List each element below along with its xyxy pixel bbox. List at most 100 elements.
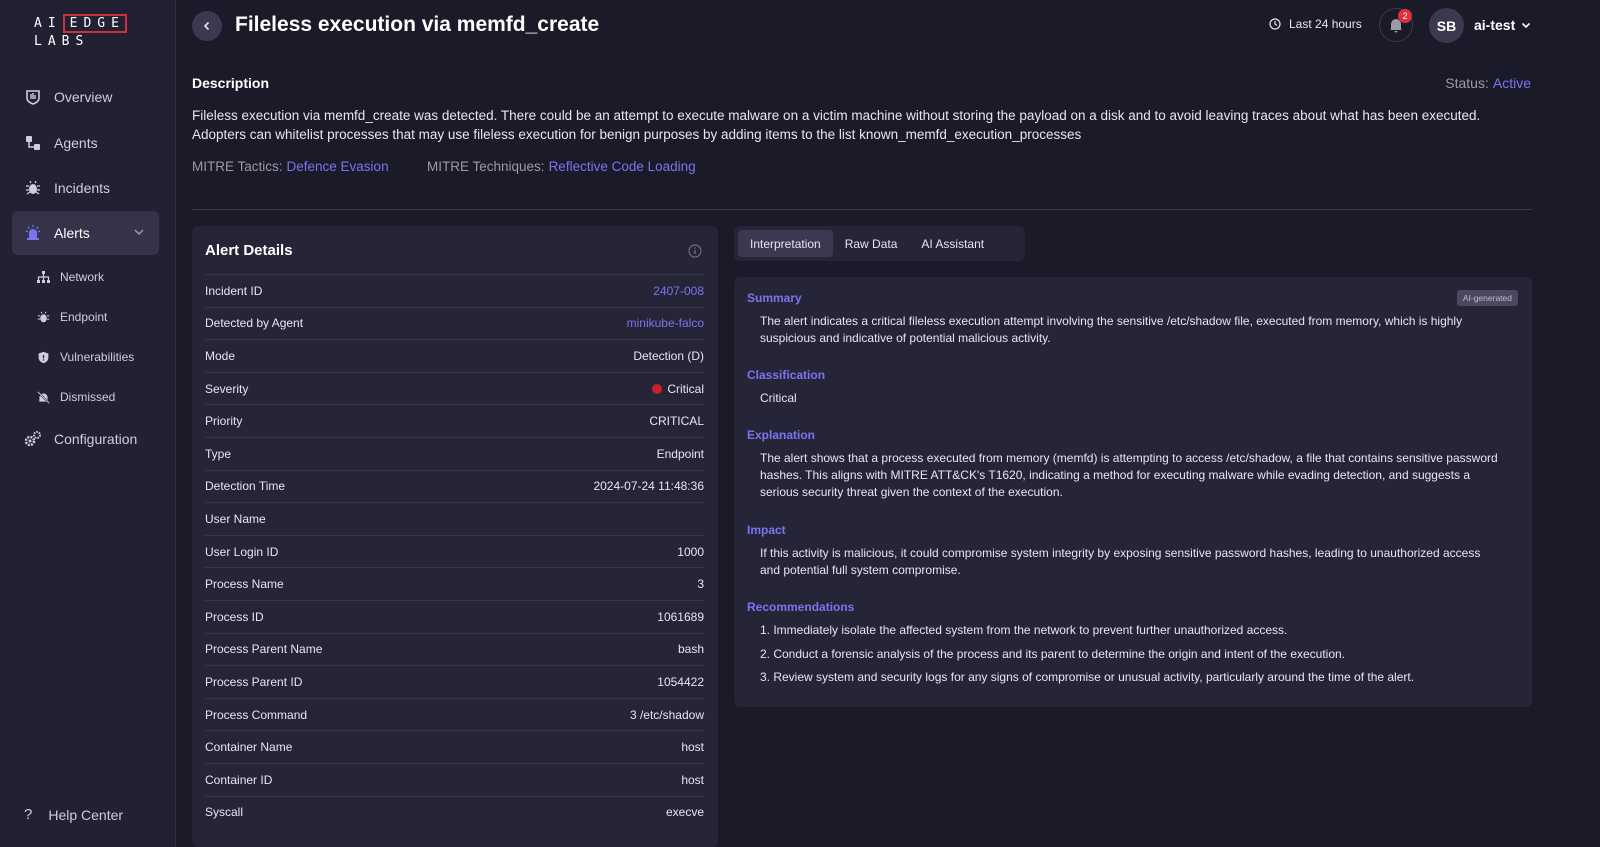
detail-key: Process Parent Name xyxy=(205,642,323,657)
detail-key: Priority xyxy=(205,414,243,429)
tab-raw-data[interactable]: Raw Data xyxy=(833,230,910,257)
recommendation-item: 1. Immediately isolate the affected syst… xyxy=(760,623,1288,637)
detail-key: Process Name xyxy=(205,577,284,592)
mitre-techniques-link[interactable]: Reflective Code Loading xyxy=(549,159,696,174)
detail-key: Container Name xyxy=(205,740,293,755)
detail-value: 3 /etc/shadow xyxy=(629,707,704,722)
logo[interactable]: AI EDGE LABS xyxy=(34,14,127,51)
sidebar: AI EDGE LABS Overview Agents Incidents Al… xyxy=(0,0,176,847)
chevron-down-icon[interactable] xyxy=(133,225,145,241)
recommendations-heading: Recommendations xyxy=(747,600,855,614)
time-range-selector[interactable]: Last 24 hours xyxy=(1269,17,1362,31)
detail-key: Incident ID xyxy=(205,283,263,298)
description-text: Fileless execution via memfd_create was … xyxy=(192,108,1481,142)
detail-row-user-name: User Name xyxy=(205,502,704,535)
incident-id-link[interactable]: 2407-008 xyxy=(653,284,704,298)
tab-interpretation[interactable]: Interpretation xyxy=(738,230,833,257)
avatar[interactable]: SB xyxy=(1429,8,1464,43)
detail-row-container-name: Container Name host xyxy=(205,730,704,763)
detail-key: Process ID xyxy=(205,609,264,624)
sidebar-item-label: Alerts xyxy=(54,225,90,241)
sidebar-item-configuration[interactable]: Configuration xyxy=(12,417,159,461)
explanation-heading: Explanation xyxy=(747,428,816,442)
sidebar-subitem-label: Dismissed xyxy=(60,390,116,404)
sidebar-subitem-vulnerabilities[interactable]: Vulnerabilities xyxy=(36,345,134,369)
tab-ai-assistant[interactable]: AI Assistant xyxy=(909,230,996,257)
status: Status: Active xyxy=(1445,75,1531,91)
user-name: ai-test xyxy=(1474,17,1516,33)
sidebar-item-label: Overview xyxy=(54,89,113,105)
info-icon[interactable] xyxy=(688,244,702,261)
summary-text: The alert indicates a critical fileless … xyxy=(760,314,1463,345)
sidebar-item-alerts[interactable]: Alerts xyxy=(12,211,159,255)
summary-heading: Summary xyxy=(747,291,802,305)
card-title: Alert Details xyxy=(205,242,293,259)
detail-key: Type xyxy=(205,446,232,461)
detail-key: Syscall xyxy=(205,805,244,820)
bug-icon xyxy=(24,179,42,197)
detail-row-process-parent-name: Process Parent Name bash xyxy=(205,632,704,666)
notification-count-badge: 2 xyxy=(1398,9,1412,23)
detail-value: 3 xyxy=(697,577,704,592)
detail-row-detection-time: Detection Time 2024-07-24 11:48:36 xyxy=(205,469,704,503)
status-label: Status: xyxy=(1445,75,1489,91)
detail-row-incident-id: Incident ID 2407-008 xyxy=(205,274,704,307)
chevron-down-icon xyxy=(1522,22,1531,29)
detail-key: Process Parent ID xyxy=(205,674,303,689)
detail-value: host xyxy=(681,740,704,755)
detail-row-priority: Priority CRITICAL xyxy=(205,404,704,437)
description-heading: Description xyxy=(192,75,270,91)
alert-details-card: Alert Details Incident ID 2407-008 Detect… xyxy=(192,226,718,847)
help-center-link[interactable]: ? Help Center xyxy=(24,806,123,823)
mitre-tactics-label: MITRE Tactics: xyxy=(192,159,283,174)
mitre-techniques-label: MITRE Techniques: xyxy=(427,159,545,174)
agent-link[interactable]: minikube-falco xyxy=(627,316,704,330)
siren-icon xyxy=(24,224,42,242)
ai-generated-badge: AI-generated xyxy=(1456,290,1518,306)
sidebar-subitem-label: Endpoint xyxy=(60,310,108,324)
user-menu[interactable]: ai-test xyxy=(1474,17,1531,33)
sidebar-item-label: Configuration xyxy=(54,431,138,447)
clock-icon xyxy=(1269,18,1281,30)
bell-off-icon xyxy=(36,390,50,404)
sidebar-item-overview[interactable]: Overview xyxy=(12,75,159,119)
classification-text: Critical xyxy=(760,391,797,405)
mitre-tactics: MITRE Tactics: Defence Evasion xyxy=(192,159,389,174)
impact-text: If this activity is malicious, it could … xyxy=(760,546,1481,577)
network-icon xyxy=(36,270,50,284)
sidebar-subitem-endpoint[interactable]: Endpoint xyxy=(36,305,107,329)
detail-key: Severity xyxy=(205,381,249,396)
recommendation-item: 2. Conduct a forensic analysis of the pr… xyxy=(760,647,1346,661)
gears-icon xyxy=(24,430,42,448)
severity-dot-icon xyxy=(652,383,663,394)
sidebar-item-agents[interactable]: Agents xyxy=(12,121,159,165)
detail-row-container-id: Container ID host xyxy=(205,762,704,796)
impact-heading: Impact xyxy=(747,523,786,537)
detail-row-process-name: Process Name 3 xyxy=(205,567,704,600)
detail-value: bash xyxy=(677,642,704,657)
tab-bar: Interpretation Raw Data AI Assistant xyxy=(734,226,1025,261)
time-range-label: Last 24 hours xyxy=(1289,17,1362,31)
help-center-label: Help Center xyxy=(48,806,124,823)
sidebar-item-incidents[interactable]: Incidents xyxy=(12,166,159,210)
detail-key: Process Command xyxy=(205,707,308,722)
question-icon: ? xyxy=(24,806,33,823)
logo-text-edge: EDGE xyxy=(62,14,127,33)
sidebar-item-label: Agents xyxy=(54,135,98,151)
sidebar-subitem-network[interactable]: Network xyxy=(36,265,104,289)
detail-value: 2024-07-24 11:48:36 xyxy=(593,479,704,494)
explanation-text: The alert shows that a process executed … xyxy=(760,451,1498,499)
mitre-tactics-link[interactable]: Defence Evasion xyxy=(287,159,389,174)
back-button[interactable] xyxy=(192,11,222,41)
sidebar-subitem-dismissed[interactable]: Dismissed xyxy=(36,385,115,409)
shield-icon xyxy=(36,350,50,364)
detail-row-process-parent-id: Process Parent ID 1054422 xyxy=(205,665,704,698)
logo-text-labs: LABS xyxy=(34,34,90,49)
chevron-left-icon xyxy=(203,21,210,31)
detail-value: Detection (D) xyxy=(633,348,704,363)
severity-value: Critical xyxy=(652,382,704,396)
logo-text-ai: AI xyxy=(34,16,62,31)
detail-row-type: Type Endpoint xyxy=(205,436,704,470)
bug-icon xyxy=(36,310,50,324)
severity-text: Critical xyxy=(667,381,704,396)
